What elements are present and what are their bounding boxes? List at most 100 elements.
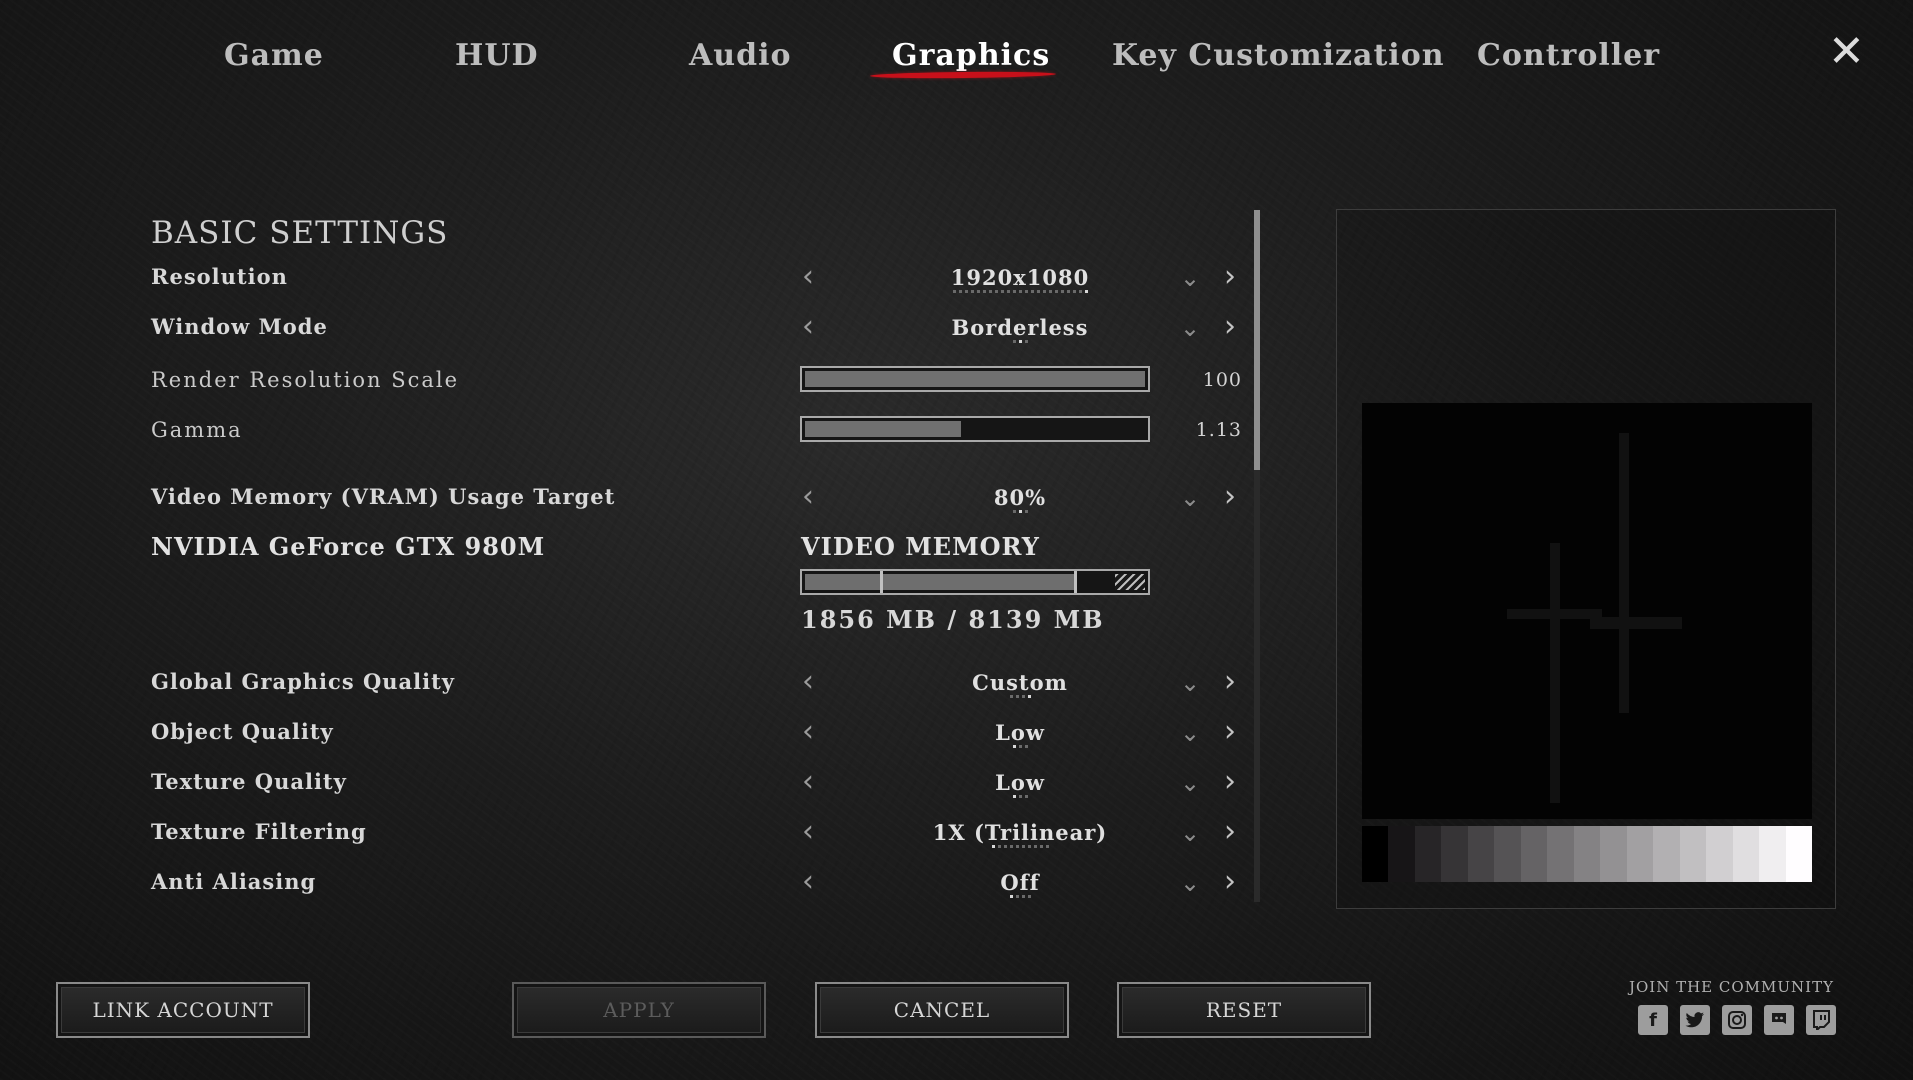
gray-step: [1362, 826, 1389, 882]
link-account-button[interactable]: LINK ACCOUNT: [56, 982, 310, 1038]
texture-filtering-prev-icon[interactable]: ‹: [802, 817, 814, 847]
gamma-label: Gamma: [151, 418, 243, 442]
object-quality-value: Low: [995, 720, 1045, 745]
texture-quality-page-dots: [880, 795, 1160, 798]
render-scale-label: Render Resolution Scale: [151, 368, 460, 392]
object-quality-dropdown-icon[interactable]: ⌄: [1180, 721, 1200, 745]
anti-aliasing-label: Anti Aliasing: [151, 869, 317, 894]
video-memory-used-fill: [805, 574, 1077, 590]
video-memory-target-marker: [1074, 571, 1077, 593]
vram-target-label: Video Memory (VRAM) Usage Target: [151, 484, 616, 509]
texture-filtering-value: 1X (Trilinear): [932, 820, 1108, 845]
tab-graphics[interactable]: Graphics: [892, 38, 1050, 73]
window-mode-prev-icon[interactable]: ‹: [802, 312, 814, 342]
vram-target-prev-icon[interactable]: ‹: [802, 482, 814, 512]
texture-filtering-next-icon[interactable]: ›: [1224, 817, 1236, 847]
tab-key-customization[interactable]: Key Customization: [1112, 38, 1445, 73]
tab-controller[interactable]: Controller: [1477, 38, 1660, 73]
gray-step: [1626, 826, 1654, 882]
anti-aliasing-dropdown-icon[interactable]: ⌄: [1180, 871, 1200, 895]
gray-step: [1600, 826, 1627, 882]
gray-step: [1520, 826, 1548, 882]
apply-button[interactable]: APPLY: [512, 982, 766, 1038]
texture-filtering-dropdown-icon[interactable]: ⌄: [1180, 821, 1200, 845]
object-quality-next-icon[interactable]: ›: [1224, 717, 1236, 747]
gamma-preview-image: [1362, 403, 1812, 819]
gray-step: [1706, 826, 1733, 882]
object-quality-prev-icon[interactable]: ‹: [802, 717, 814, 747]
discord-icon[interactable]: [1764, 1005, 1794, 1035]
window-mode-dropdown-icon[interactable]: ⌄: [1180, 316, 1200, 340]
resolution-next-icon[interactable]: ›: [1224, 262, 1236, 292]
texture-quality-next-icon[interactable]: ›: [1224, 767, 1236, 797]
vram-target-value: 80%: [993, 485, 1047, 510]
window-mode-next-icon[interactable]: ›: [1224, 312, 1236, 342]
texture-quality-label: Texture Quality: [151, 769, 347, 794]
gray-step: [1785, 826, 1812, 882]
global-quality-value: Custom: [972, 670, 1068, 695]
gray-step: [1573, 826, 1601, 882]
texture-filtering-label: Texture Filtering: [151, 819, 367, 844]
gray-step: [1759, 826, 1786, 882]
twitch-icon[interactable]: [1806, 1005, 1836, 1035]
texture-quality-dropdown-icon[interactable]: ⌄: [1180, 771, 1200, 795]
reset-button[interactable]: RESET: [1117, 982, 1371, 1038]
global-quality-next-icon[interactable]: ›: [1224, 667, 1236, 697]
texture-filtering-page-dots: [880, 845, 1160, 848]
render-scale-slider[interactable]: [800, 366, 1150, 392]
texture-quality-value: Low: [995, 770, 1045, 795]
community-label: JOIN THE COMMUNITY: [1628, 978, 1834, 996]
video-memory-title: VIDEO MEMORY: [801, 532, 1040, 561]
gamma-fill: [805, 421, 962, 437]
gray-step: [1679, 826, 1707, 882]
gray-step: [1494, 826, 1521, 882]
cancel-button[interactable]: CANCEL: [815, 982, 1069, 1038]
gray-step: [1388, 826, 1415, 882]
global-quality-label: Global Graphics Quality: [151, 669, 455, 694]
settings-scrollbar-thumb[interactable]: [1254, 210, 1260, 470]
gray-step: [1414, 826, 1442, 882]
vram-target-next-icon[interactable]: ›: [1224, 482, 1236, 512]
facebook-icon[interactable]: f: [1638, 1005, 1668, 1035]
render-scale-value: 100: [1202, 369, 1242, 391]
anti-aliasing-value: Off: [1000, 870, 1040, 895]
gamma-slider[interactable]: [800, 416, 1150, 442]
resolution-dropdown-icon[interactable]: ⌄: [1180, 266, 1200, 290]
anti-aliasing-next-icon[interactable]: ›: [1224, 867, 1236, 897]
anti-aliasing-page-dots: [880, 895, 1160, 898]
texture-quality-prev-icon[interactable]: ‹: [802, 767, 814, 797]
instagram-icon[interactable]: [1722, 1005, 1752, 1035]
video-memory-usage-text: 1856 MB / 8139 MB: [801, 605, 1105, 634]
resolution-prev-icon[interactable]: ‹: [802, 262, 814, 292]
gamma-preview-mark: [1507, 433, 1682, 803]
tab-game[interactable]: Game: [224, 38, 324, 73]
global-quality-prev-icon[interactable]: ‹: [802, 667, 814, 697]
object-quality-label: Object Quality: [151, 719, 334, 744]
resolution-label: Resolution: [151, 264, 288, 289]
gray-step: [1653, 826, 1680, 882]
window-mode-value: Borderless: [951, 315, 1089, 340]
global-quality-page-dots: [880, 695, 1160, 698]
global-quality-dropdown-icon[interactable]: ⌄: [1180, 671, 1200, 695]
gray-step: [1547, 826, 1574, 882]
section-title: BASIC SETTINGS: [151, 215, 449, 251]
vram-target-page-dots: [880, 510, 1160, 513]
gamma-calibration-strip: [1362, 826, 1812, 882]
anti-aliasing-prev-icon[interactable]: ‹: [802, 867, 814, 897]
window-mode-page-dots: [880, 340, 1160, 343]
gray-step: [1732, 826, 1760, 882]
tab-hud[interactable]: HUD: [455, 38, 539, 73]
video-memory-bar: [800, 569, 1150, 595]
gray-step: [1441, 826, 1468, 882]
close-icon[interactable]: ✕: [1828, 30, 1865, 74]
gamma-value: 1.13: [1195, 419, 1242, 441]
window-mode-label: Window Mode: [151, 314, 328, 339]
gray-step: [1467, 826, 1495, 882]
video-memory-used-marker: [880, 571, 884, 593]
vram-target-dropdown-icon[interactable]: ⌄: [1180, 486, 1200, 510]
resolution-page-dots: [880, 290, 1160, 293]
twitter-icon[interactable]: [1680, 1005, 1710, 1035]
tab-audio[interactable]: Audio: [689, 38, 791, 73]
video-memory-reserved-hatch: [1115, 574, 1145, 590]
resolution-value: 1920x1080: [950, 265, 1090, 290]
